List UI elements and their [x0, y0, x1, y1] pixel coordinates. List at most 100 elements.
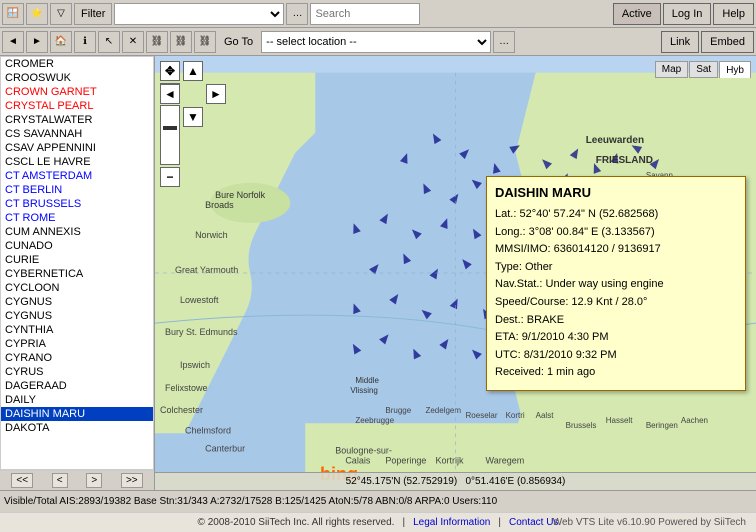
tb2-icon-cursor[interactable]: ↖ — [98, 31, 120, 53]
help-button[interactable]: Help — [713, 3, 754, 25]
vessel-item[interactable]: DAILY — [1, 393, 153, 407]
vessel-item[interactable]: CROOSWUK — [1, 71, 153, 85]
vessel-item[interactable]: CYBERNETICA — [1, 267, 153, 281]
svg-text:Zedelgem: Zedelgem — [425, 406, 461, 415]
main-content: CROMERCROOSWUKCROWN GARNETCRYSTAL PEARLC… — [0, 56, 756, 490]
toolbar2: ◄ ► 🏠 ℹ ↖ ✕ ⛓ ⛓ ⛓ Go To -- select locati… — [0, 28, 756, 56]
zoom-slider[interactable] — [160, 105, 180, 165]
vessel-item[interactable]: CYRANO — [1, 351, 153, 365]
vessel-item[interactable]: CT BRUSSELS — [1, 197, 153, 211]
svg-text:Ipswich: Ipswich — [180, 360, 210, 370]
location-select[interactable]: -- select location -- — [261, 31, 491, 53]
ship-navstat: Nav.Stat.: Under way using engine — [495, 278, 664, 290]
vessel-item[interactable]: DAGERAAD — [1, 379, 153, 393]
vessel-item[interactable]: CT AMSTERDAM — [1, 169, 153, 183]
svg-text:Lowestoft: Lowestoft — [180, 295, 219, 305]
tb2-icon-cross[interactable]: ✕ — [122, 31, 144, 53]
tb2-icon-info[interactable]: ℹ — [74, 31, 96, 53]
tb2-icon-link1[interactable]: ⛓ — [146, 31, 168, 53]
contact-link[interactable]: Contact Us — [509, 517, 558, 528]
svg-text:Brussels: Brussels — [566, 421, 597, 430]
goto-label: Go To — [218, 31, 259, 53]
ship-utc: UTC: 8/31/2010 9:32 PM — [495, 349, 617, 361]
vessel-item[interactable]: CYPRIA — [1, 337, 153, 351]
vessel-item[interactable]: CURIE — [1, 253, 153, 267]
map-type-sat[interactable]: Sat — [689, 61, 718, 78]
vessel-item[interactable]: DAISHIN MARU — [1, 407, 153, 421]
statusbar-text: Visible/Total AIS:2893/19382 Base Stn:31… — [4, 496, 497, 507]
login-button[interactable]: Log In — [663, 3, 712, 25]
pan-right-button[interactable]: ► — [206, 84, 226, 104]
vessel-item[interactable]: CRYSTALWATER — [1, 113, 153, 127]
vessel-item[interactable]: CUM ANNEXIS — [1, 225, 153, 239]
vessel-list[interactable]: CROMERCROOSWUKCROWN GARNETCRYSTAL PEARLC… — [0, 56, 154, 470]
search-input[interactable] — [310, 3, 420, 25]
nav-buttons: << < > >> — [0, 470, 154, 490]
filter-label: Filter — [74, 3, 112, 25]
coordinates-bar: 52°45.175'N (52.752919) 0°51.416'E (0.85… — [155, 472, 756, 490]
active-button[interactable]: Active — [613, 3, 661, 25]
map-type-buttons: Map Sat Hyb — [655, 61, 751, 78]
vessel-item[interactable]: CSCL LE HAVRE — [1, 155, 153, 169]
svg-text:Felixstowe: Felixstowe — [165, 383, 208, 393]
vessel-item[interactable]: CRYSTAL PEARL — [1, 99, 153, 113]
tb2-icon-home[interactable]: 🏠 — [50, 31, 72, 53]
nav-next[interactable]: > — [86, 473, 102, 488]
vessel-item[interactable]: CSAV APPENNINI — [1, 141, 153, 155]
filter-select[interactable] — [114, 3, 284, 25]
pan-down-button[interactable]: ▼ — [183, 107, 203, 127]
vessel-item[interactable]: CYRUS — [1, 365, 153, 379]
embed-button[interactable]: Embed — [701, 31, 754, 53]
svg-text:Chelmsford: Chelmsford — [185, 425, 231, 435]
map-container[interactable]: Bure Norfolk Broads Norwich Great Yarmou… — [155, 56, 756, 490]
svg-text:Leeuwarden: Leeuwarden — [586, 135, 644, 146]
pan-up-button[interactable]: ▲ — [183, 61, 203, 81]
toolbar-icon-funnel[interactable]: ▽ — [50, 3, 72, 25]
move-icon[interactable]: ✥ — [160, 61, 180, 81]
vessel-item[interactable]: CYCLOON — [1, 281, 153, 295]
vessel-item[interactable]: CUNADO — [1, 239, 153, 253]
vessel-item[interactable]: CT ROME — [1, 211, 153, 225]
tb2-icon-back[interactable]: ◄ — [2, 31, 24, 53]
ship-type: Type: Other — [495, 261, 552, 273]
map-type-map[interactable]: Map — [655, 61, 688, 78]
tb2-icon-link2[interactable]: ⛓ — [170, 31, 192, 53]
svg-text:Bury St. Edmunds: Bury St. Edmunds — [165, 327, 238, 337]
svg-text:Hasselt: Hasselt — [606, 416, 633, 425]
svg-text:Bure Norfolk: Bure Norfolk — [215, 190, 266, 200]
svg-text:Great Yarmouth: Great Yarmouth — [175, 265, 238, 275]
pan-left-button[interactable]: ◄ — [160, 84, 180, 104]
map-type-hyb[interactable]: Hyb — [719, 61, 751, 78]
svg-text:Colchester: Colchester — [160, 405, 203, 415]
location-btn-more[interactable]: … — [493, 31, 515, 53]
svg-text:Beringen: Beringen — [646, 421, 678, 430]
toolbar-icon-star[interactable]: ⭐ — [26, 3, 48, 25]
vessel-item[interactable]: CS SAVANNAH — [1, 127, 153, 141]
legal-link[interactable]: Legal Information — [413, 517, 490, 528]
svg-text:Roeselar: Roeselar — [466, 411, 498, 420]
tb2-icon-forward[interactable]: ► — [26, 31, 48, 53]
copyright-text: © 2008-2010 SiiTech Inc. All rights rese… — [198, 517, 395, 528]
svg-text:Waregem: Waregem — [486, 455, 525, 465]
toolbar-icon-windows[interactable]: 🪟 — [2, 3, 24, 25]
vessel-item[interactable]: CROMER — [1, 57, 153, 71]
filter-btn[interactable]: … — [286, 3, 308, 25]
svg-text:Kortrijk: Kortrijk — [435, 455, 464, 465]
svg-text:Vlissing: Vlissing — [350, 386, 378, 395]
vessel-item[interactable]: CYGNUS — [1, 309, 153, 323]
nav-next-next[interactable]: >> — [121, 473, 143, 488]
tb2-icon-link3[interactable]: ⛓ — [194, 31, 216, 53]
svg-text:Zeebrugge: Zeebrugge — [355, 416, 394, 425]
vessel-item[interactable]: CT BERLIN — [1, 183, 153, 197]
vessel-item[interactable]: CYGNUS — [1, 295, 153, 309]
nav-prev[interactable]: < — [52, 473, 68, 488]
ship-name: DAISHIN MARU — [495, 185, 737, 200]
vessel-item[interactable]: CROWN GARNET — [1, 85, 153, 99]
link-button[interactable]: Link — [661, 31, 699, 53]
footer: © 2008-2010 SiiTech Inc. All rights rese… — [0, 512, 756, 532]
nav-prev-prev[interactable]: << — [11, 473, 33, 488]
vessel-item[interactable]: DAKOTA — [1, 421, 153, 435]
zoom-out-button[interactable]: − — [160, 167, 180, 187]
vessel-item[interactable]: CYNTHIA — [1, 323, 153, 337]
svg-text:Broads: Broads — [205, 200, 234, 210]
